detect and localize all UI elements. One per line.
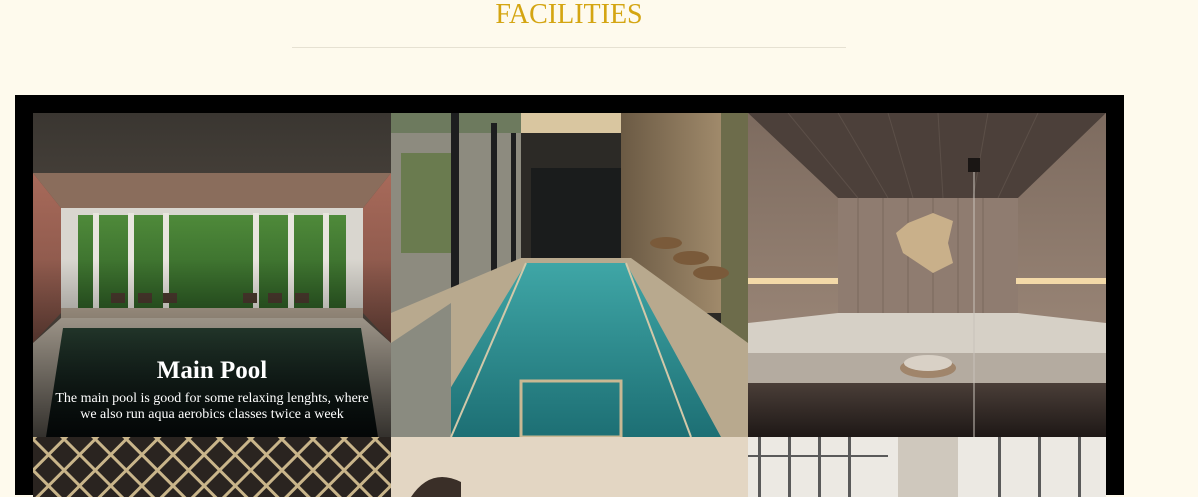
gallery-tile-sauna[interactable] <box>748 113 1106 437</box>
title-divider <box>292 47 846 48</box>
gallery-tile-spa[interactable] <box>391 437 748 497</box>
spa-image <box>391 437 748 497</box>
gallery-tile-main-pool[interactable]: Main Pool The main pool is good for some… <box>33 113 391 437</box>
facilities-gallery: Main Pool The main pool is good for some… <box>15 95 1124 497</box>
page-title: FACILITIES <box>495 0 643 30</box>
gallery-tile-gym[interactable] <box>33 437 391 497</box>
studio-image <box>748 437 1106 497</box>
gym-image <box>33 437 391 497</box>
gallery-tile-studio[interactable] <box>748 437 1106 497</box>
lap-pool-image <box>391 113 748 437</box>
main-pool-caption: Main Pool The main pool is good for some… <box>33 357 391 437</box>
facility-description: The main pool is good for some relaxing … <box>55 391 369 422</box>
gallery-tile-lap-pool[interactable] <box>391 113 748 437</box>
facility-name: Main Pool <box>156 357 268 384</box>
sauna-image <box>748 113 1106 437</box>
